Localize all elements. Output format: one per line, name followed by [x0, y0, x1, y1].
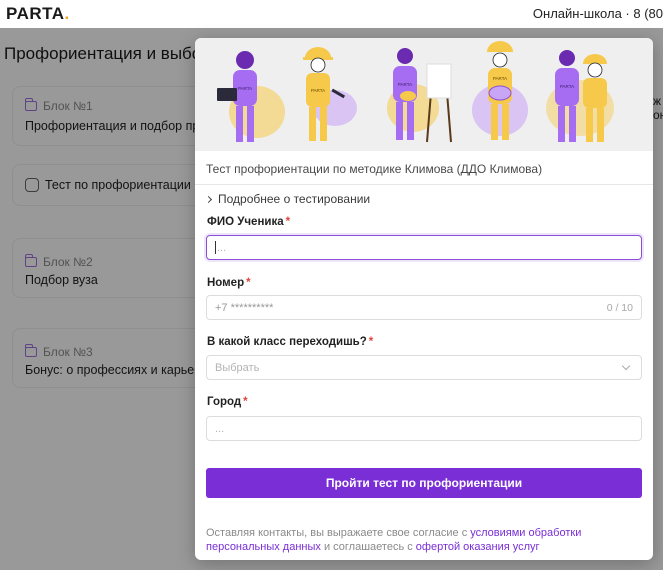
offer-link[interactable]: офертой оказания услуг	[416, 541, 540, 553]
name-placeholder: ...	[217, 241, 227, 254]
characters-illustration: PARTA PARTA PARTA PARTA PARTA	[217, 41, 614, 143]
chevron-right-icon	[204, 195, 213, 203]
grade-select[interactable]: Выбрать	[206, 355, 642, 380]
city-placeholder: ...	[215, 422, 225, 435]
modal-subtitle: Тест профориентации по методике Климова …	[206, 162, 543, 176]
shirt-text: PARTA	[560, 84, 574, 89]
details-toggle[interactable]: Подробнее о тестировании	[204, 192, 371, 206]
required-mark: *	[285, 216, 291, 228]
builder-figure: PARTA	[303, 47, 346, 141]
details-toggle-label: Подробнее о тестировании	[218, 192, 371, 206]
text-caret	[215, 241, 216, 254]
logo-text: PARTA	[6, 4, 65, 23]
required-mark: *	[246, 277, 251, 289]
logo[interactable]: PARTA.	[6, 4, 70, 24]
career-test-modal: PARTA PARTA PARTA PARTA PARTA Тест профо…	[195, 38, 653, 560]
header-contact[interactable]: Онлайн-школа · 8 (80	[533, 6, 663, 21]
shirt-text: PARTA	[493, 76, 507, 81]
required-mark: *	[243, 396, 248, 408]
city-label: Город *	[207, 396, 248, 408]
start-test-button[interactable]: Пройти тест по профориентации	[206, 468, 642, 498]
shirt-text: PARTA	[311, 88, 325, 93]
phone-input[interactable]: +7 ********** 0 / 10	[206, 295, 642, 320]
name-label: ФИО Ученика *	[207, 216, 291, 228]
shirt-text: PARTA	[398, 82, 412, 87]
grade-placeholder: Выбрать	[215, 361, 260, 374]
student-figure: PARTA	[217, 51, 257, 142]
phone-char-counter: 0 / 10	[606, 301, 633, 314]
name-input[interactable]: ...	[206, 235, 642, 260]
illustration-banner: PARTA PARTA PARTA PARTA PARTA	[195, 38, 653, 151]
top-bar: PARTA. Онлайн-школа · 8 (80	[0, 0, 663, 28]
divider	[195, 184, 653, 185]
grade-label: В какой класс переходишь? *	[207, 336, 374, 348]
phone-label: Номер *	[207, 277, 251, 289]
consent-text: Оставляя контакты, вы выражаете свое сог…	[206, 527, 582, 553]
chevron-down-icon	[621, 361, 631, 371]
logo-dot: .	[64, 4, 70, 23]
city-input[interactable]: ...	[206, 416, 642, 441]
required-mark: *	[368, 336, 374, 348]
phone-placeholder: +7 **********	[215, 301, 274, 314]
shirt-text: PARTA	[238, 86, 252, 91]
